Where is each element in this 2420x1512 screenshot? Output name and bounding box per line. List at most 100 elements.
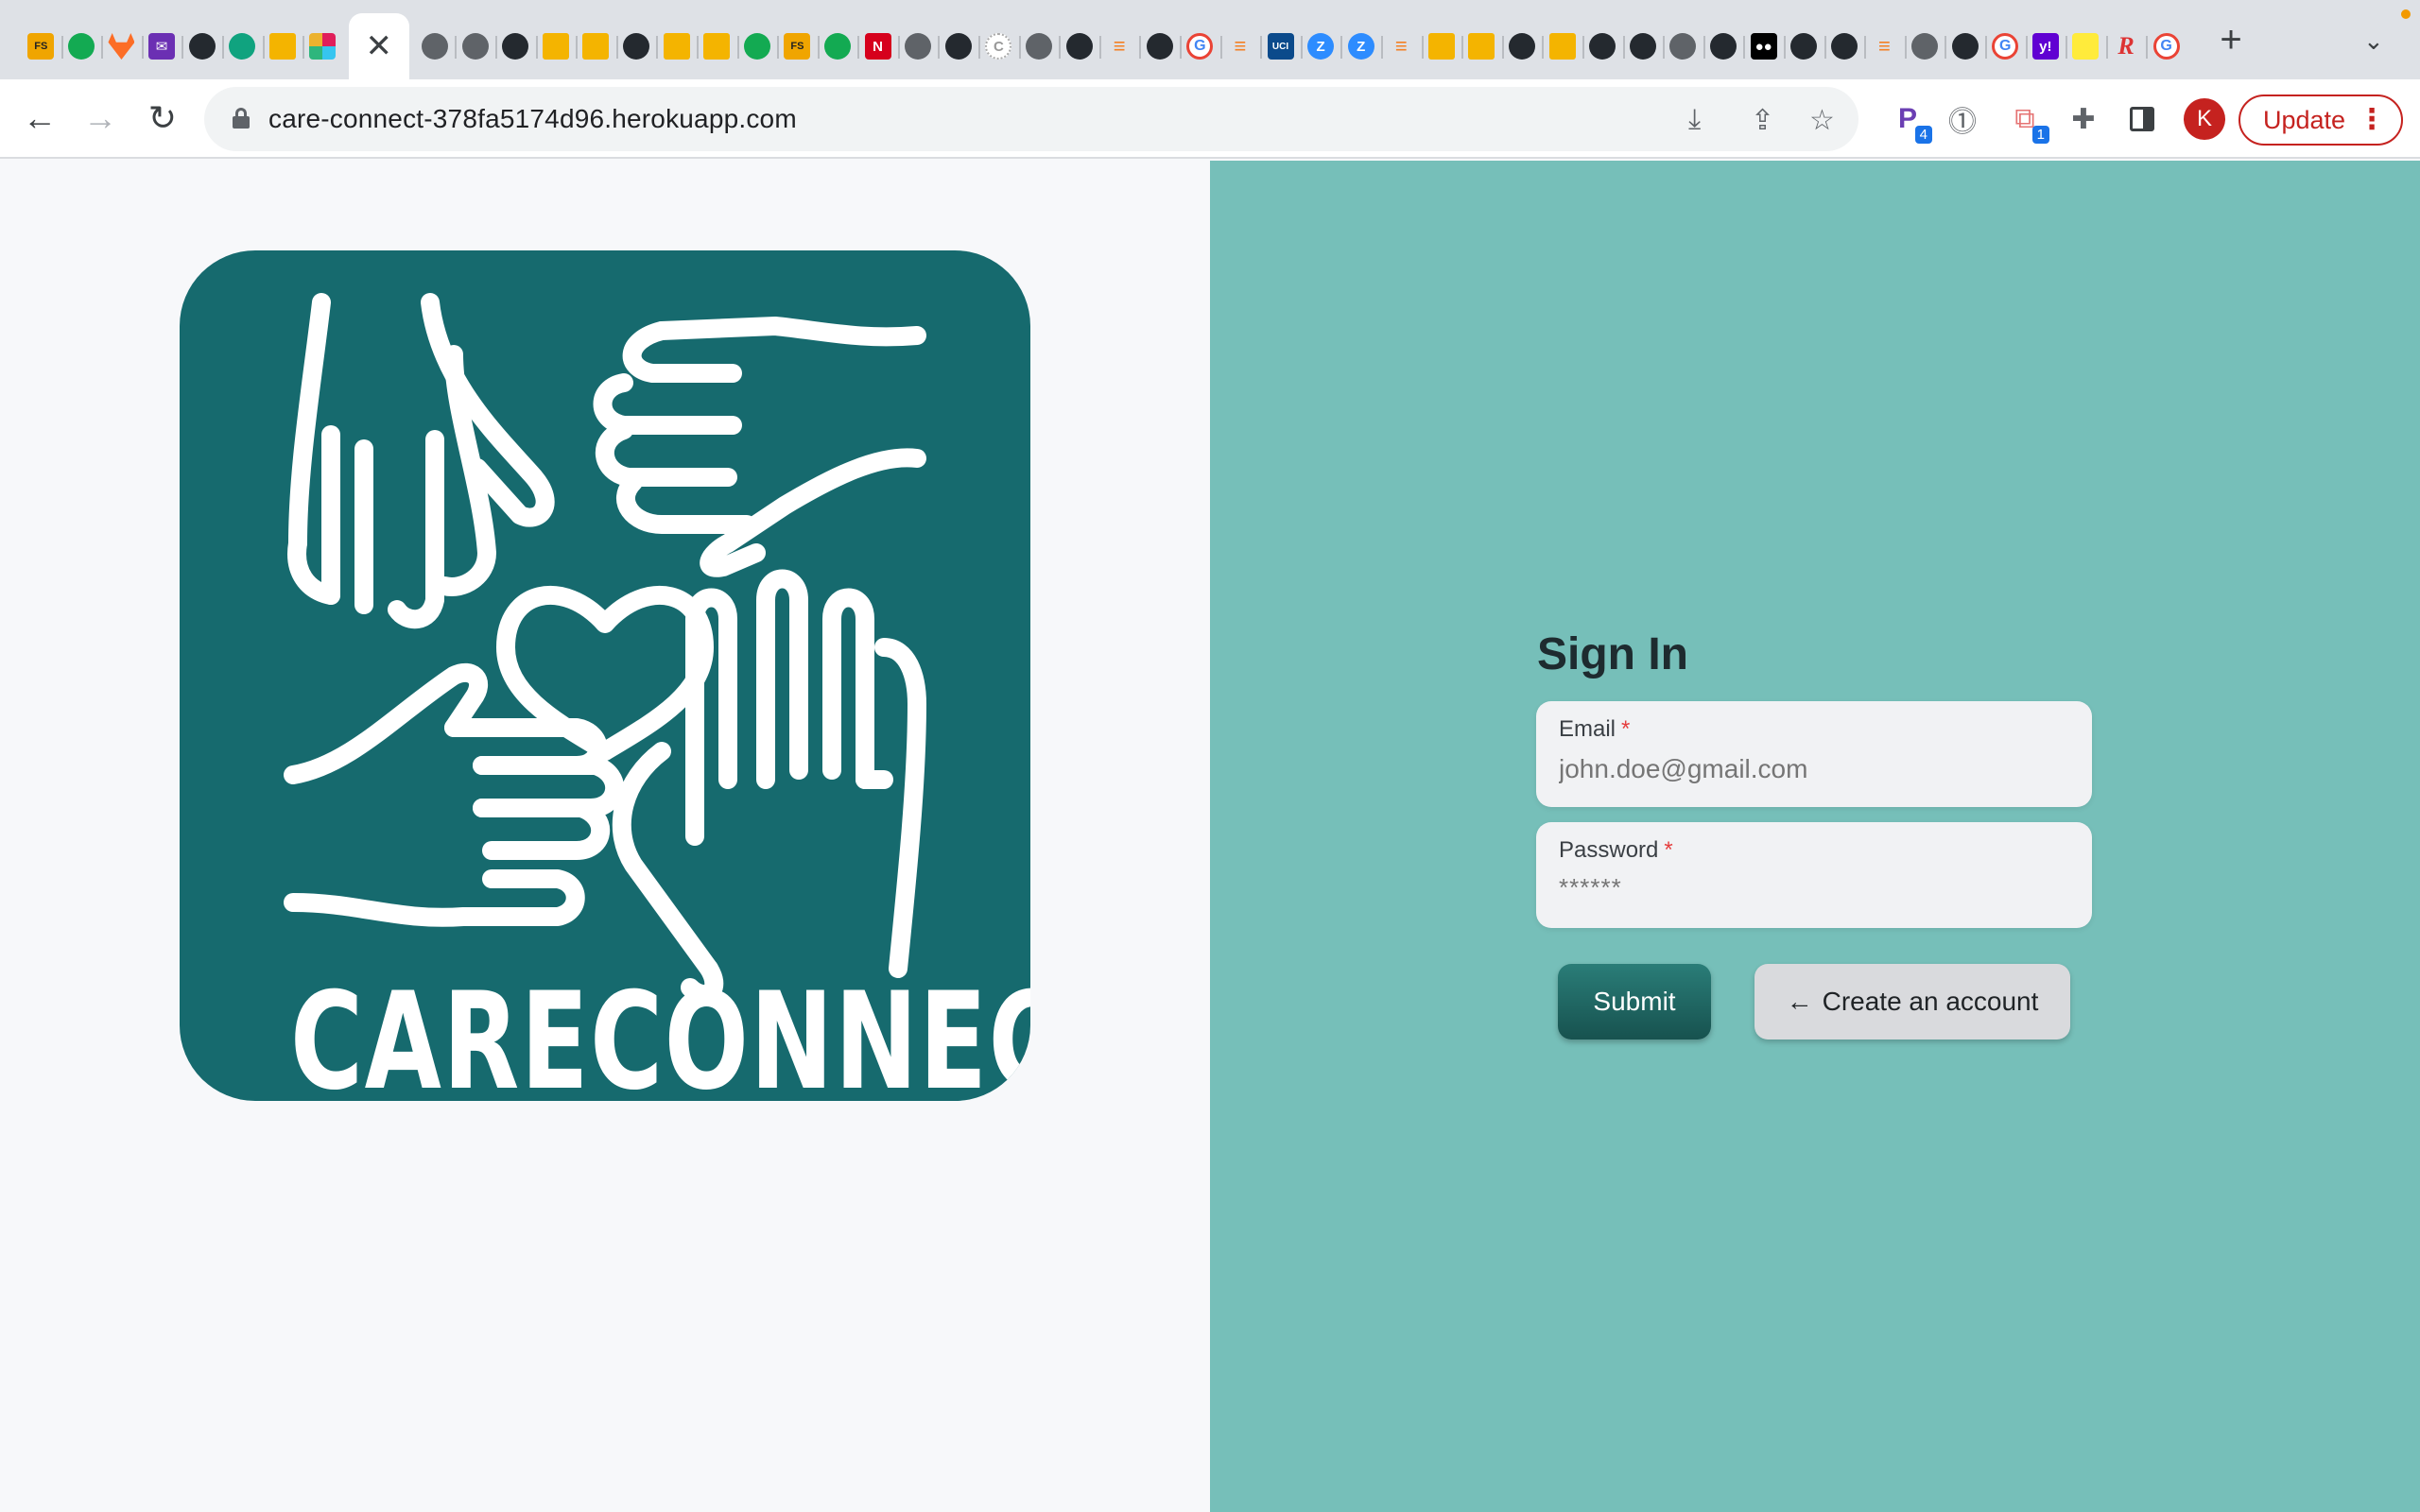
- tab[interactable]: [576, 13, 616, 79]
- stackoverflow-icon: ≡: [1234, 34, 1247, 58]
- kebab-menu-icon[interactable]: ⋮: [2358, 96, 2386, 144]
- tab[interactable]: [1059, 13, 1099, 79]
- tab[interactable]: UCI: [1260, 13, 1301, 79]
- tab[interactable]: ≡: [1864, 13, 1905, 79]
- tab[interactable]: [60, 13, 102, 79]
- back-button[interactable]: ←: [19, 98, 60, 140]
- tab[interactable]: FS: [777, 13, 818, 79]
- slack-icon: [309, 33, 337, 60]
- extensions-puzzle-icon[interactable]: ✚: [2065, 100, 2102, 138]
- github-icon: [1589, 33, 1616, 60]
- tab[interactable]: [1663, 13, 1703, 79]
- create-account-button[interactable]: ← Create an account: [1754, 964, 2070, 1040]
- tab[interactable]: [656, 13, 697, 79]
- tab[interactable]: [494, 13, 536, 79]
- tab[interactable]: Z: [1300, 13, 1341, 79]
- address-bar[interactable]: care-connect-378fa5174d96.herokuapp.com …: [204, 87, 1858, 151]
- tab[interactable]: [302, 13, 343, 79]
- close-icon[interactable]: ✕: [366, 30, 393, 62]
- tab[interactable]: ≡: [1381, 13, 1422, 79]
- tab[interactable]: [262, 13, 303, 79]
- tab[interactable]: [455, 13, 495, 79]
- required-asterisk: *: [1621, 716, 1631, 742]
- tab[interactable]: [897, 13, 939, 79]
- profile-avatar[interactable]: K: [2184, 98, 2225, 140]
- tab[interactable]: FS: [21, 13, 61, 79]
- password-manager-extension-icon[interactable]: ⓵: [1944, 100, 1981, 138]
- password-label: Password *: [1559, 837, 1673, 863]
- tab[interactable]: [1622, 13, 1664, 79]
- tab-search-chevron-down-icon[interactable]: ⌄: [2363, 26, 2384, 56]
- extension-badge: 1: [2031, 126, 2049, 144]
- tab[interactable]: [1824, 13, 1865, 79]
- tab[interactable]: G: [1180, 13, 1220, 79]
- tab[interactable]: [1542, 13, 1582, 79]
- r-icon: R: [2118, 32, 2135, 60]
- globe-icon: [1911, 33, 1939, 60]
- tab[interactable]: ≡: [1219, 13, 1261, 79]
- tab[interactable]: [1421, 13, 1462, 79]
- tab[interactable]: [1139, 13, 1180, 79]
- password-input[interactable]: [1559, 873, 2069, 902]
- submit-button[interactable]: Submit: [1558, 964, 1711, 1040]
- tab[interactable]: ✉: [141, 13, 182, 79]
- url-text[interactable]: care-connect-378fa5174d96.herokuapp.com: [268, 104, 797, 134]
- tab[interactable]: [1018, 13, 1060, 79]
- tab[interactable]: [1582, 13, 1623, 79]
- extension-icon[interactable]: ⧉ 1: [2006, 100, 2049, 144]
- tab[interactable]: G: [2146, 13, 2187, 79]
- side-panel-icon[interactable]: [2123, 100, 2161, 138]
- stackoverflow-icon: ≡: [1878, 34, 1891, 58]
- tab[interactable]: C: [978, 13, 1019, 79]
- tab[interactable]: [817, 13, 858, 79]
- email-input[interactable]: [1559, 754, 2069, 784]
- medium-icon: ●●: [1750, 33, 1777, 60]
- github-icon: [1146, 33, 1173, 60]
- tab[interactable]: [1461, 13, 1502, 79]
- tab[interactable]: Z: [1340, 13, 1381, 79]
- tab[interactable]: ●●: [1743, 13, 1784, 79]
- tab[interactable]: ≡: [1098, 13, 1140, 79]
- github-icon: [1951, 33, 1979, 60]
- tab[interactable]: y!: [2025, 13, 2066, 79]
- password-field[interactable]: Password *: [1536, 822, 2092, 928]
- tab-active[interactable]: ✕: [348, 13, 409, 79]
- tab[interactable]: [1904, 13, 1945, 79]
- tab[interactable]: [696, 13, 737, 79]
- tab[interactable]: [1783, 13, 1824, 79]
- tab[interactable]: [182, 13, 222, 79]
- pushbullet-extension-icon[interactable]: P 4: [1889, 100, 1932, 144]
- tab[interactable]: [101, 13, 142, 79]
- tab[interactable]: N: [857, 13, 898, 79]
- share-icon[interactable]: ⇪: [1751, 104, 1774, 137]
- google-icon: G: [1186, 33, 1214, 60]
- careconnect-logo: CARECONNECT: [180, 250, 1030, 1101]
- mail-icon: ✉: [148, 33, 176, 60]
- tab[interactable]: [615, 13, 657, 79]
- stackoverflow-icon: ≡: [1394, 34, 1408, 58]
- gitlab-icon: [108, 33, 135, 60]
- create-account-label: Create an account: [1822, 987, 2039, 1016]
- tab[interactable]: [415, 13, 456, 79]
- email-field[interactable]: Email *: [1536, 701, 2092, 807]
- tab[interactable]: [1945, 13, 1985, 79]
- install-app-icon[interactable]: ⤓: [1688, 104, 1701, 136]
- tab[interactable]: [1501, 13, 1543, 79]
- bookmark-star-icon[interactable]: ☆: [1809, 104, 1835, 137]
- tab[interactable]: [938, 13, 978, 79]
- tab[interactable]: [2066, 13, 2106, 79]
- lock-icon[interactable]: [233, 108, 250, 129]
- tab[interactable]: [535, 13, 577, 79]
- forward-button[interactable]: →: [79, 98, 121, 140]
- tab[interactable]: R: [2105, 13, 2147, 79]
- openai-icon: [229, 33, 256, 60]
- tab[interactable]: [221, 13, 263, 79]
- tab[interactable]: [736, 13, 778, 79]
- tab[interactable]: G: [1984, 13, 2026, 79]
- slides-icon: [1468, 33, 1495, 60]
- tab-list: FS ✉ ✕ FS N C ≡ G ≡ UCI Z Z ≡ ●● ≡ Gy! R G: [21, 13, 2187, 79]
- update-button[interactable]: Update ⋮: [2238, 94, 2403, 146]
- tab[interactable]: [1703, 13, 1744, 79]
- reload-button[interactable]: ↻: [142, 98, 183, 140]
- new-tab-button[interactable]: +: [2212, 21, 2250, 60]
